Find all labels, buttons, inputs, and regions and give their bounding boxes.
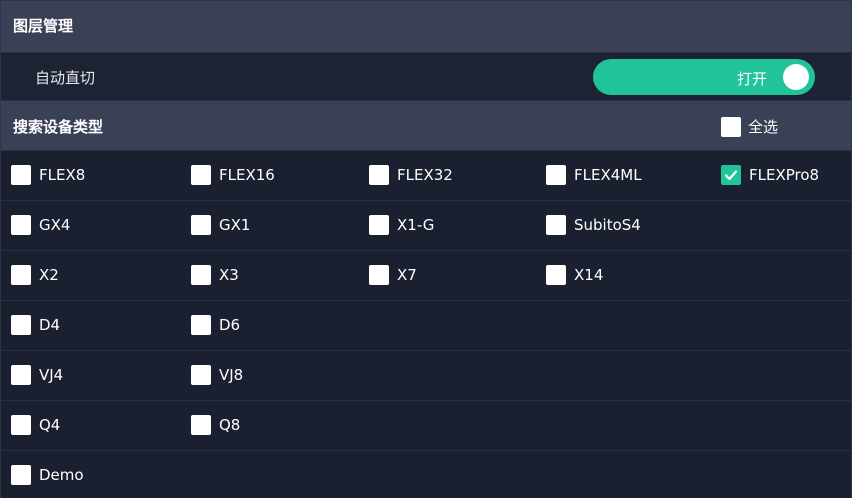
device-label: X7	[397, 266, 417, 284]
unchecked-box-icon[interactable]	[191, 365, 211, 385]
device-checkbox-d6[interactable]: D6	[191, 315, 240, 335]
device-label: Q4	[39, 416, 61, 434]
auto-cut-toggle[interactable]: 打开	[593, 59, 815, 95]
header-bar: 图层管理	[1, 1, 851, 53]
device-row: VJ4 VJ8	[1, 351, 851, 401]
section-title: 搜索设备类型	[13, 118, 104, 136]
device-checkbox-x14[interactable]: X14	[546, 265, 603, 285]
device-checkbox-q4[interactable]: Q4	[11, 415, 60, 435]
device-label: Q8	[219, 416, 241, 434]
device-label: FLEX4ML	[574, 166, 642, 184]
select-all-checkbox[interactable]: 全选	[721, 116, 778, 137]
device-label: GX1	[219, 216, 251, 234]
device-label: X2	[39, 266, 59, 284]
device-label: Demo	[39, 466, 84, 484]
device-checkbox-vj4[interactable]: VJ4	[11, 365, 63, 385]
checked-box-icon[interactable]	[721, 165, 741, 185]
auto-cut-row: 自动直切 打开	[1, 53, 851, 101]
page-title: 图层管理	[13, 17, 74, 35]
search-device-type-bar: 搜索设备类型 全选	[1, 101, 851, 151]
device-checkbox-x1-g[interactable]: X1-G	[369, 215, 434, 235]
device-row: GX4 GX1 X1-G SubitoS4	[1, 201, 851, 251]
device-label: FLEXPro8	[749, 166, 820, 184]
select-all-box[interactable]	[721, 116, 741, 137]
device-checkbox-flexpro8[interactable]: FLEXPro8	[721, 165, 819, 185]
unchecked-box-icon[interactable]	[546, 165, 566, 185]
device-row: D4 D6	[1, 301, 851, 351]
device-label: X1-G	[397, 216, 435, 234]
unchecked-box-icon[interactable]	[11, 165, 31, 185]
unchecked-box-icon[interactable]	[11, 365, 31, 385]
device-label: FLEX32	[397, 166, 453, 184]
device-label: X3	[219, 266, 239, 284]
device-row: Demo	[1, 451, 851, 498]
unchecked-box-icon[interactable]	[191, 165, 211, 185]
device-checkbox-gx1[interactable]: GX1	[191, 215, 250, 235]
unchecked-box-icon[interactable]	[11, 215, 31, 235]
unchecked-box-icon[interactable]	[369, 265, 389, 285]
select-all-label: 全选	[748, 118, 779, 136]
unchecked-box-icon[interactable]	[191, 265, 211, 285]
check-icon	[724, 170, 738, 181]
device-label: GX4	[39, 216, 71, 234]
device-checkbox-flex8[interactable]: FLEX8	[11, 165, 85, 185]
device-checkbox-subitos4[interactable]: SubitoS4	[546, 215, 641, 235]
device-checkbox-flex32[interactable]: FLEX32	[369, 165, 453, 185]
device-label: SubitoS4	[574, 216, 641, 234]
device-label: D6	[219, 316, 241, 334]
device-label: D4	[39, 316, 61, 334]
device-checkbox-flex4ml[interactable]: FLEX4ML	[546, 165, 642, 185]
device-checkbox-d4[interactable]: D4	[11, 315, 60, 335]
unchecked-box-icon[interactable]	[369, 165, 389, 185]
unchecked-box-icon[interactable]	[546, 265, 566, 285]
device-checkbox-flex16[interactable]: FLEX16	[191, 165, 275, 185]
device-label: VJ8	[219, 366, 244, 384]
device-label: FLEX8	[39, 166, 86, 184]
device-checkbox-x7[interactable]: X7	[369, 265, 417, 285]
unchecked-box-icon[interactable]	[191, 415, 211, 435]
toggle-knob-icon	[783, 64, 809, 90]
layer-management-panel: 图层管理 自动直切 打开 搜索设备类型 全选 FLEX8 FLEX16 FLEX32…	[0, 0, 852, 498]
auto-cut-label: 自动直切	[35, 69, 96, 87]
device-checkbox-gx4[interactable]: GX4	[11, 215, 70, 235]
device-checkbox-x2[interactable]: X2	[11, 265, 59, 285]
unchecked-box-icon[interactable]	[11, 415, 31, 435]
device-checkbox-x3[interactable]: X3	[191, 265, 239, 285]
device-row: FLEX8 FLEX16 FLEX32 FLEX4ML FLEXPro8	[1, 151, 851, 201]
unchecked-box-icon[interactable]	[546, 215, 566, 235]
device-label: FLEX16	[219, 166, 275, 184]
unchecked-box-icon[interactable]	[11, 315, 31, 335]
device-label: X14	[574, 266, 604, 284]
device-label: VJ4	[39, 366, 64, 384]
device-checkbox-q8[interactable]: Q8	[191, 415, 240, 435]
unchecked-box-icon[interactable]	[11, 265, 31, 285]
unchecked-box-icon[interactable]	[369, 215, 389, 235]
device-checkbox-vj8[interactable]: VJ8	[191, 365, 243, 385]
toggle-state-label: 打开	[736, 70, 767, 88]
device-checkbox-demo[interactable]: Demo	[11, 465, 84, 485]
device-row: Q4 Q8	[1, 401, 851, 451]
device-row: X2 X3 X7 X14	[1, 251, 851, 301]
unchecked-box-icon[interactable]	[191, 315, 211, 335]
unchecked-box-icon[interactable]	[11, 465, 31, 485]
unchecked-box-icon[interactable]	[191, 215, 211, 235]
